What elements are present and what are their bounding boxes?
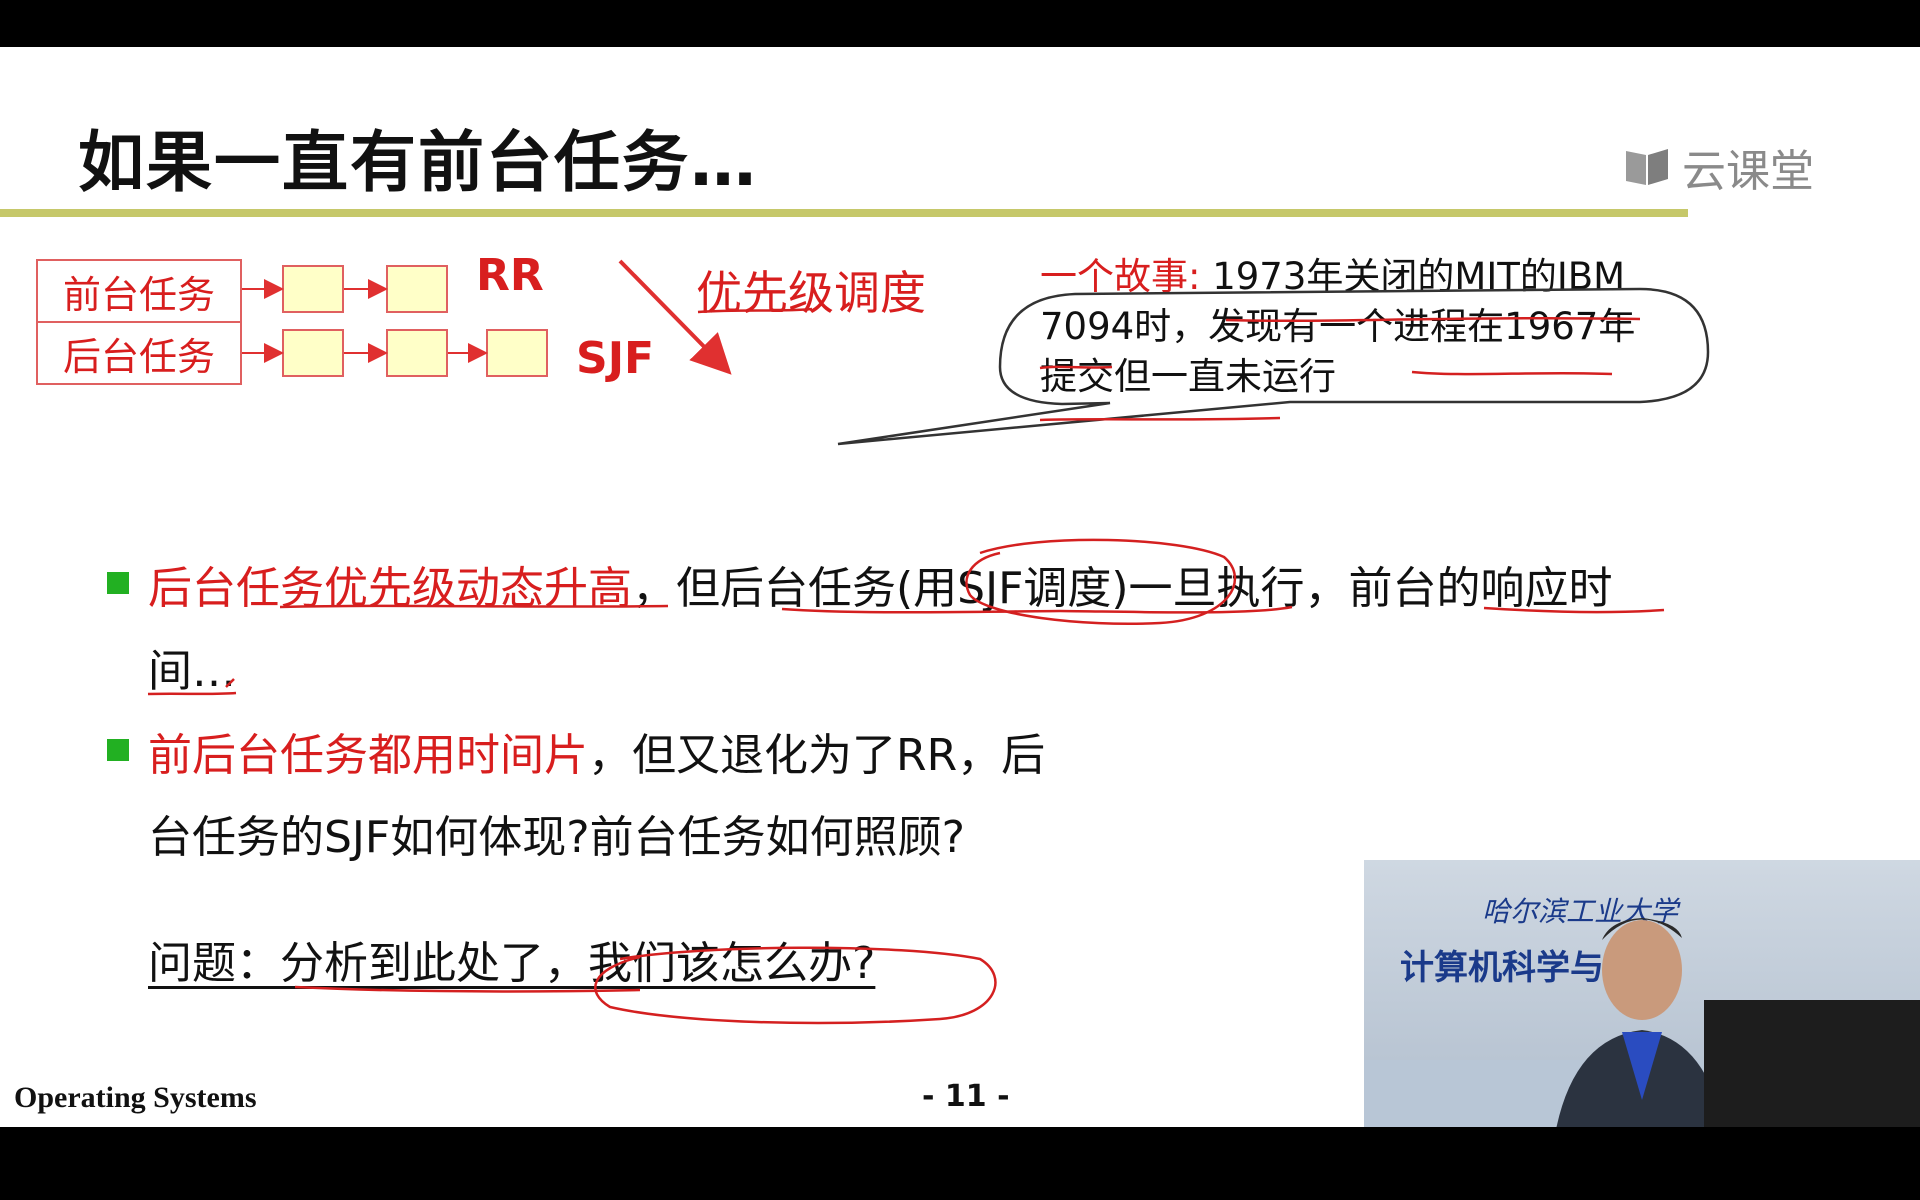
bullet-2-red: 前后台任务都用时间片 (148, 730, 588, 781)
lecturer-video: 哈尔滨工业大学 计算机科学与技术 (1364, 860, 1920, 1127)
queue-item (282, 265, 344, 313)
slide-title: 如果一直有前台任务… (78, 124, 758, 201)
logo-text: 云课堂 (1682, 146, 1814, 197)
lecturer-figure (1556, 918, 1724, 1127)
queue-item (386, 265, 448, 313)
bullet-1-red: 后台任务优先级动态升高 (148, 563, 632, 614)
story-bubble-text: 一个故事: 1973年关闭的MIT的IBM 7094时，发现有一个进程在1967… (1040, 252, 1690, 402)
question-text: 问题：分析到此处了，我们该怎么办? (148, 938, 876, 989)
bullet-marker (107, 572, 129, 594)
queue-item (486, 329, 548, 377)
queue-item (386, 329, 448, 377)
slide: 如果一直有前台任务… 云课堂 前台任务 后台任务 RR SJF 优先级调度 一个… (0, 47, 1920, 1127)
bullet-2-line-1: 前后台任务都用时间片，但又退化为了RR，后 (148, 719, 1045, 783)
story-line-2: 7094时，发现有一个进程在1967年 (1040, 305, 1636, 348)
foreground-task-label: 前台任务 (36, 259, 242, 323)
monitor (1704, 1000, 1920, 1127)
story-prefix: 一个故事: (1040, 255, 1201, 298)
bullet-marker (107, 739, 129, 761)
logo: 云课堂 (1622, 135, 1814, 199)
title-rule (0, 209, 1688, 217)
sjf-label: SJF (576, 333, 655, 384)
priority-scheduling-label: 优先级调度 (696, 266, 926, 320)
footer-course-name: Operating Systems (14, 1081, 257, 1114)
book-icon (1626, 149, 1668, 185)
bullet-2-black: ，但又退化为了RR，后 (588, 730, 1046, 781)
queue-item (282, 329, 344, 377)
story-line-1: 1973年关闭的MIT的IBM (1200, 255, 1626, 298)
background-task-label: 后台任务 (36, 321, 242, 385)
bullet-1-line-1: 后台任务优先级动态升高，但后台任务(用SJF调度)一旦执行，前台的响应时 (148, 552, 1613, 616)
bullet-2-line-2: 台任务的SJF如何体现?前台任务如何照顾? (148, 812, 965, 863)
page-number: - 11 - (922, 1079, 1010, 1114)
bullet-1-line-2: 间… (148, 646, 236, 697)
bullet-1-black: ，但后台任务(用SJF调度)一旦执行，前台的响应时 (632, 563, 1613, 614)
rr-label: RR (476, 250, 544, 301)
story-line-3: 提交但一直未运行 (1040, 355, 1336, 398)
